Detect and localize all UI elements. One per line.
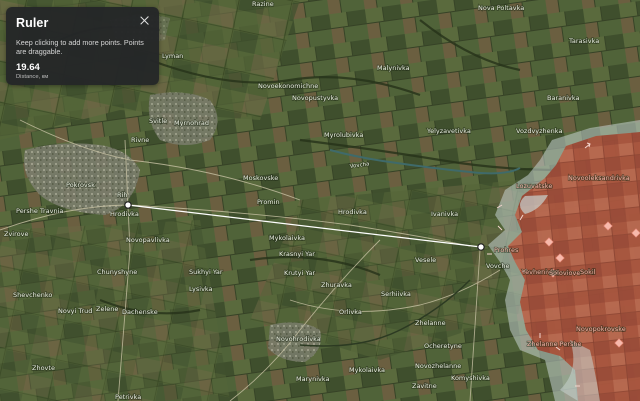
label-sokil: Sokil [580, 268, 596, 276]
label-pershe-travnia: Pershe Travnia [16, 207, 63, 215]
label-sukhyi-yar: Sukhyi Yar [189, 268, 223, 276]
label-razine: Razine [252, 0, 274, 8]
label-nova-poltavka: Nova Poltavka [478, 4, 524, 12]
label-novooleksandrivka: Novooleksandrivka [568, 174, 630, 182]
label-chunyshyne: Chunyshyne [97, 268, 137, 276]
label-shevchenko: Shevchenko [13, 291, 52, 299]
label-vovche: Vovche [486, 262, 509, 270]
label-rivne: Rivne [131, 136, 149, 144]
label-malynivka: Malynivka [377, 64, 410, 72]
label-novohrodivka: Novohrodivka [276, 335, 321, 343]
label-novozhelanne: Novozhelanne [415, 362, 461, 370]
label-rih: Rih [117, 191, 127, 199]
label-lozuvatske: Lozuvatske [516, 182, 552, 190]
label-lysivka: Lysivka [189, 285, 213, 293]
ruler-panel: Ruler Keep clicking to add more points. … [6, 7, 159, 85]
label-orlivka: Orlivka [339, 308, 362, 316]
label-zavitne: Zavitne [412, 382, 437, 390]
ruler-title: Ruler [16, 16, 49, 30]
label-hrodivka: Hrodivka [338, 208, 367, 216]
label-promin: Promin [257, 198, 280, 206]
label-dachenske: Dachenske [122, 308, 158, 316]
label-moskovske: Moskovske [243, 174, 278, 182]
label-serhiivka: Serhiivka [381, 290, 411, 298]
label-petrivka: Petrivka [115, 393, 141, 401]
close-icon[interactable] [139, 15, 150, 26]
label-zelene: Zelene [96, 305, 118, 313]
label-krasnyi-yar: Krasnyi Yar [279, 250, 315, 258]
label-myrolubivka: Myrolubivka [324, 131, 363, 139]
label-zhuravka: Zhuravka [321, 281, 352, 289]
label-tarasivka: Tarasivka [568, 37, 599, 45]
label-ocheretyne: Ocheretyne [424, 342, 462, 350]
label-komyshivka: Komyshivka [451, 374, 490, 382]
label-mykolaivka: Mykolaivka [269, 234, 305, 242]
label-pokrovsk: Pokrovsk [66, 181, 95, 189]
ruler-hint: Keep clicking to add more points. Points… [16, 38, 144, 56]
label-yelyzavetivka: Yelyzavetivka [426, 127, 471, 135]
label-myrnohrad: Myrnohrad [174, 119, 209, 127]
label-novopokrovske: Novopokrovske [576, 325, 626, 333]
ruler-end-point[interactable] [477, 243, 485, 251]
label-vesele: Vesele [415, 256, 436, 264]
label-novopustyvka: Novopustyvka [292, 94, 338, 102]
ruler-start-point[interactable] [124, 201, 132, 209]
label-novopavlivka: Novopavlivka [126, 236, 170, 244]
distance-unit: Distance, км [16, 74, 49, 80]
label-prohres: Prohres [494, 246, 519, 254]
label-marynivka: Marynivka [296, 375, 330, 383]
distance-value: 19.64 [16, 62, 40, 73]
label-zhovte: Zhovte [32, 364, 55, 372]
label-lyman: Lyman [162, 52, 183, 60]
label-vozdvyzhenka: Vozdvyzhenka [516, 127, 562, 135]
label-svitle: Svitle [149, 117, 167, 125]
label-zhelanne-pershe: Zhelanne Pershe [527, 340, 582, 348]
label-soloviove: Soloviove [549, 269, 580, 277]
label-novoekonomichne: Novoekonomichne [258, 82, 318, 90]
label-mykolaivka-2: Mykolaivka [349, 366, 385, 374]
label-zhelanne: Zhelanne [415, 319, 446, 327]
label-ivanivka: Ivanivka [431, 210, 458, 218]
label-baranivka: Baranivka [547, 94, 580, 102]
label-zvirove: Zvirove [4, 230, 28, 238]
label-krutyi-yar: Krutyi Yar [284, 269, 315, 277]
label-novyi-trud: Novyi Trud [58, 307, 92, 315]
label-rih-2: Hrodivka [110, 210, 139, 218]
